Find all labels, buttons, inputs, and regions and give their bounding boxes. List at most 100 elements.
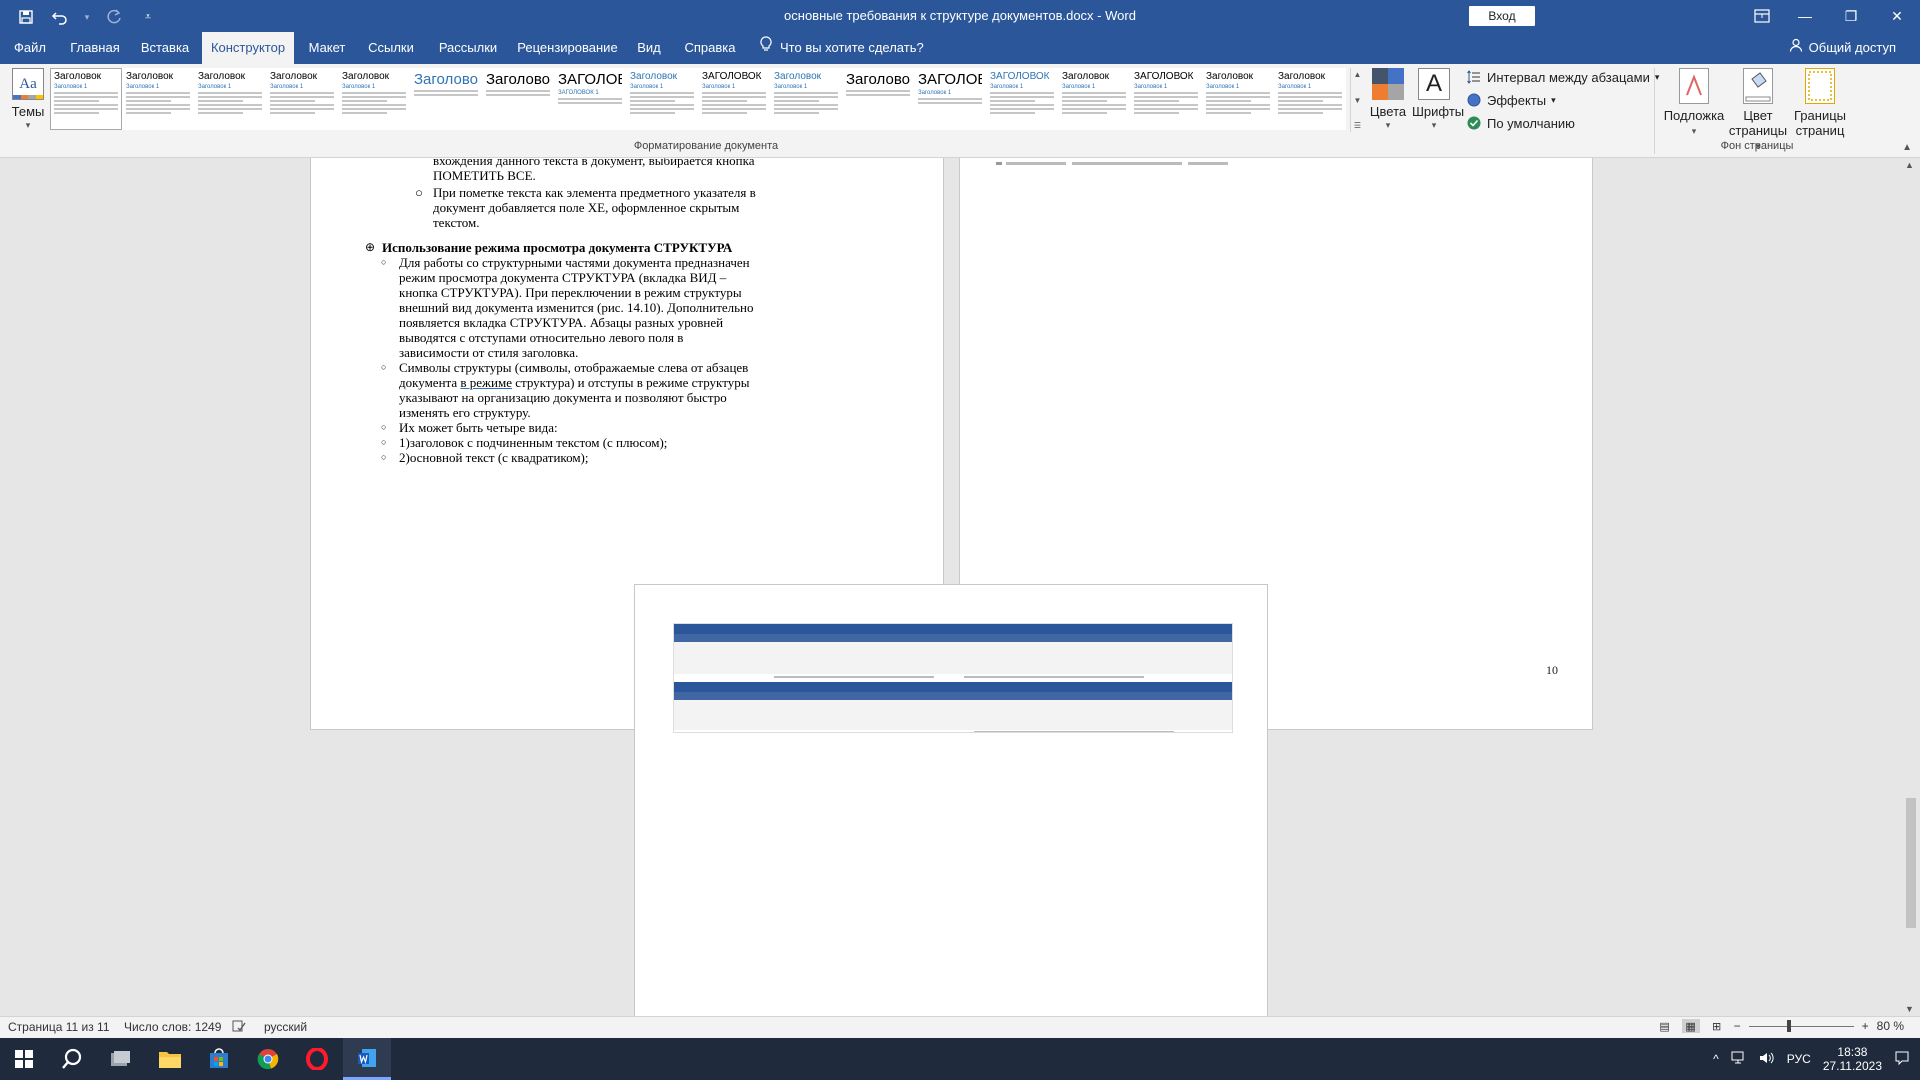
search-icon[interactable] bbox=[48, 1038, 96, 1080]
chevron-down-icon: ▾ bbox=[1431, 120, 1437, 130]
clock-time: 18:38 bbox=[1837, 1045, 1868, 1059]
chevron-up-icon[interactable]: ▲ bbox=[1354, 70, 1362, 79]
web-layout-icon[interactable]: ⊞ bbox=[1708, 1019, 1726, 1033]
scroll-up-icon[interactable]: ▲ bbox=[1905, 160, 1914, 170]
text-run: структура) и отступы в режиме структуры bbox=[511, 375, 750, 390]
scrollbar-thumb[interactable] bbox=[1906, 798, 1916, 928]
style-set-subtitle: Заголовок 1 bbox=[990, 84, 1024, 90]
style-set-subtitle: Заголовок 1 bbox=[1278, 84, 1312, 90]
scroll-down-icon[interactable]: ▼ bbox=[1905, 1004, 1914, 1014]
style-set-thumb[interactable]: Заголовок bbox=[482, 68, 554, 130]
style-set-subtitle: Заголовок 1 bbox=[126, 84, 160, 90]
tab-insert[interactable]: Вставка bbox=[138, 32, 192, 64]
style-set-gallery: Заголовок Заголовок 1 Заголовок Заголовок 1… bbox=[50, 68, 1350, 132]
collapse-ribbon-icon[interactable]: ▲ bbox=[1902, 142, 1912, 153]
style-set-thumb[interactable]: Заголовок bbox=[842, 68, 914, 130]
page-color-label: Цвет страницы bbox=[1728, 108, 1788, 138]
gallery-scroll[interactable]: ▲ ▼ ☰ bbox=[1350, 68, 1364, 132]
style-set-thumb[interactable]: Заголовок Заголовок 1 bbox=[1202, 68, 1274, 130]
colors-button[interactable]: Цвета ▾ bbox=[1366, 68, 1410, 131]
opera-icon[interactable] bbox=[293, 1038, 341, 1080]
proofing-icon[interactable] bbox=[232, 1020, 246, 1035]
signin-button[interactable]: Вход bbox=[1469, 6, 1535, 26]
maximize-button[interactable]: ❐ bbox=[1828, 0, 1874, 32]
zoom-percent[interactable]: 80 % bbox=[1877, 1019, 1904, 1033]
style-set-thumb[interactable]: Заголовок Заголовок 1 bbox=[194, 68, 266, 130]
style-set-subtitle: Заголовок 1 bbox=[1134, 84, 1168, 90]
style-set-thumb[interactable]: Заголовок bbox=[410, 68, 482, 130]
tab-layout[interactable]: Макет bbox=[304, 32, 350, 64]
chevron-up-icon[interactable]: ^ bbox=[1713, 1052, 1719, 1066]
colors-icon bbox=[1372, 68, 1404, 100]
style-set-thumb[interactable]: Заголовок Заголовок 1 bbox=[50, 68, 122, 130]
themes-button[interactable]: Aa Темы ▾ bbox=[8, 68, 48, 131]
bullet-circle-icon: ○ bbox=[381, 257, 387, 267]
style-set-thumb[interactable]: Заголовок Заголовок 1 bbox=[626, 68, 698, 130]
word-taskbar-icon[interactable] bbox=[343, 1038, 391, 1080]
style-set-subtitle: Заголовок 1 bbox=[342, 84, 376, 90]
style-set-thumb[interactable]: Заголовок Заголовок 1 bbox=[266, 68, 338, 130]
page-borders-button[interactable]: Границы страниц bbox=[1788, 68, 1852, 138]
style-set-thumb[interactable]: Заголовок Заголовок 1 bbox=[1058, 68, 1130, 130]
page-indicator[interactable]: Страница 11 из 11 bbox=[8, 1020, 110, 1034]
style-set-thumb[interactable]: ЗАГОЛОВОК Заголовок 1 bbox=[986, 68, 1058, 130]
zoom-slider-thumb[interactable] bbox=[1787, 1019, 1792, 1032]
expand-plus-icon[interactable]: ⊕ bbox=[365, 240, 375, 255]
share-button[interactable]: Общий доступ bbox=[1789, 32, 1896, 64]
bullet-circle-icon: ○ bbox=[381, 452, 387, 462]
style-set-thumb[interactable]: ЗАГОЛОВОК ЗАГОЛОВОК 1 bbox=[554, 68, 626, 130]
print-layout-icon[interactable]: ▦ bbox=[1681, 1019, 1700, 1033]
tab-help[interactable]: Справка bbox=[680, 32, 740, 64]
volume-icon[interactable] bbox=[1759, 1051, 1775, 1068]
tab-home[interactable]: Главная bbox=[66, 32, 124, 64]
clock[interactable]: 18:38 27.11.2023 bbox=[1823, 1045, 1882, 1073]
effects-button[interactable]: Эффекты ▾ bbox=[1466, 91, 1659, 109]
style-set-thumb[interactable]: Заголовок Заголовок 1 bbox=[338, 68, 410, 130]
start-button[interactable] bbox=[0, 1038, 48, 1080]
design-options: Интервал между абзацами ▾ Эффекты ▾ По у… bbox=[1466, 68, 1659, 132]
document-area[interactable]: вхождения данного текста в документ, выб… bbox=[0, 158, 1920, 1016]
tab-file[interactable]: Файл bbox=[12, 32, 48, 64]
input-language[interactable]: РУС bbox=[1787, 1052, 1811, 1066]
vertical-scrollbar[interactable]: ▲ ▼ bbox=[1903, 158, 1920, 1016]
style-set-thumb[interactable]: ЗАГОЛОВОК Заголовок 1 bbox=[698, 68, 770, 130]
style-set-thumb[interactable]: ЗАГОЛОВОК Заголовок 1 bbox=[914, 68, 986, 130]
chevron-down-icon[interactable]: ▼ bbox=[1354, 96, 1362, 105]
tab-mailings[interactable]: Рассылки bbox=[434, 32, 502, 64]
read-mode-icon[interactable]: ▤ bbox=[1656, 1019, 1674, 1033]
minimize-button[interactable]: — bbox=[1782, 0, 1828, 32]
fonts-button[interactable]: A Шрифты ▾ bbox=[1412, 68, 1464, 131]
embedded-screenshot-image[interactable] bbox=[673, 623, 1233, 733]
tab-view[interactable]: Вид bbox=[634, 32, 664, 64]
chevron-down-icon: ▾ bbox=[1691, 126, 1697, 136]
page-color-icon bbox=[1743, 68, 1773, 104]
zoom-slider[interactable] bbox=[1748, 1019, 1854, 1032]
paragraph-spacing-button[interactable]: Интервал между абзацами ▾ bbox=[1466, 68, 1659, 86]
style-set-thumb[interactable]: Заголовок Заголовок 1 bbox=[122, 68, 194, 130]
zoom-out-icon[interactable]: − bbox=[1734, 1019, 1741, 1033]
tab-references[interactable]: Ссылки bbox=[363, 32, 419, 64]
chrome-icon[interactable] bbox=[244, 1038, 292, 1080]
style-set-thumb[interactable]: Заголовок Заголовок 1 bbox=[770, 68, 842, 130]
task-view-icon[interactable] bbox=[96, 1038, 144, 1080]
file-explorer-icon[interactable] bbox=[146, 1038, 194, 1080]
store-icon[interactable] bbox=[195, 1038, 243, 1080]
gallery-more-icon[interactable]: ☰ bbox=[1354, 121, 1361, 130]
embedded-ribbon bbox=[674, 642, 1232, 674]
ribbon-display-options-icon[interactable] bbox=[1747, 6, 1777, 26]
style-set-thumb[interactable]: Заголовок Заголовок 1 bbox=[1274, 68, 1346, 130]
zoom-in-icon[interactable]: + bbox=[1862, 1019, 1869, 1033]
watermark-button[interactable]: Подложка ▾ bbox=[1662, 68, 1726, 139]
tab-design[interactable]: Конструктор bbox=[202, 32, 294, 64]
style-set-thumb[interactable]: ЗАГОЛОВОК Заголовок 1 bbox=[1130, 68, 1202, 130]
language-indicator[interactable]: русский bbox=[264, 1020, 307, 1034]
close-button[interactable]: ✕ bbox=[1874, 0, 1920, 32]
tab-review[interactable]: Рецензирование bbox=[515, 32, 620, 64]
tell-me-search[interactable]: Что вы хотите сделать? bbox=[760, 32, 924, 64]
notifications-icon[interactable] bbox=[1894, 1050, 1910, 1069]
word-count[interactable]: Число слов: 1249 bbox=[124, 1020, 221, 1034]
page-11[interactable] bbox=[634, 584, 1268, 1016]
network-icon[interactable] bbox=[1731, 1051, 1747, 1068]
style-set-subtitle: Заголовок 1 bbox=[702, 84, 736, 90]
set-as-default-button[interactable]: По умолчанию bbox=[1466, 114, 1659, 132]
